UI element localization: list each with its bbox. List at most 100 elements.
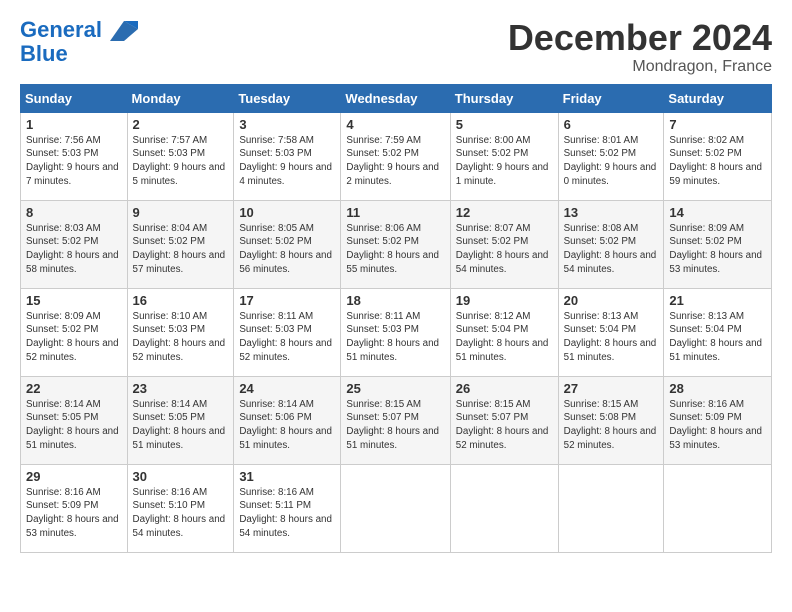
calendar-cell: 20 Sunrise: 8:13 AMSunset: 5:04 PMDayligh… <box>558 288 664 376</box>
day-info: Sunrise: 8:15 AMSunset: 5:07 PMDaylight:… <box>456 398 553 453</box>
calendar-cell: 4 Sunrise: 7:59 AMSunset: 5:02 PMDaylight… <box>341 112 450 200</box>
calendar-cell: 31 Sunrise: 8:16 AMSunset: 5:11 PMDayligh… <box>234 464 341 552</box>
day-number: 28 <box>669 381 766 396</box>
day-info: Sunrise: 8:04 AMSunset: 5:02 PMDaylight:… <box>133 222 229 277</box>
calendar-cell: 6Sunrise: 8:01 AMSunset: 5:02 PMDaylight… <box>558 112 664 200</box>
logo-text: General <box>20 18 138 42</box>
day-info: Sunrise: 7:58 AMSunset: 5:03 PMDaylight:… <box>239 134 335 189</box>
day-number: 19 <box>456 293 553 308</box>
calendar-cell: 10 Sunrise: 8:05 AMSunset: 5:02 PMDayligh… <box>234 200 341 288</box>
weekday-header: Sunday <box>21 84 128 112</box>
day-info: Sunrise: 8:13 AMSunset: 5:04 PMDaylight:… <box>564 310 659 365</box>
day-number: 12 <box>456 205 553 220</box>
logo: General Blue <box>20 18 138 66</box>
day-number: 5 <box>456 117 553 132</box>
title-area: December 2024 Mondragon, France <box>508 18 772 76</box>
calendar-header-row: SundayMondayTuesdayWednesdayThursdayFrid… <box>21 84 772 112</box>
day-number: 15 <box>26 293 122 308</box>
calendar-cell <box>450 464 558 552</box>
day-number: 25 <box>346 381 444 396</box>
calendar-cell: 22 Sunrise: 8:14 AMSunset: 5:05 PMDayligh… <box>21 376 128 464</box>
calendar-cell: 5Sunrise: 8:00 AMSunset: 5:02 PMDaylight… <box>450 112 558 200</box>
day-number: 13 <box>564 205 659 220</box>
day-info: Sunrise: 8:16 AMSunset: 5:10 PMDaylight:… <box>133 486 229 541</box>
calendar-cell: 13 Sunrise: 8:08 AMSunset: 5:02 PMDayligh… <box>558 200 664 288</box>
calendar-cell: 30Sunrise: 8:16 AMSunset: 5:10 PMDayligh… <box>127 464 234 552</box>
calendar-cell: 17Sunrise: 8:11 AMSunset: 5:03 PMDayligh… <box>234 288 341 376</box>
calendar-cell: 24Sunrise: 8:14 AMSunset: 5:06 PMDayligh… <box>234 376 341 464</box>
day-info: Sunrise: 8:11 AMSunset: 5:03 PMDaylight:… <box>239 310 335 365</box>
day-number: 31 <box>239 469 335 484</box>
day-number: 23 <box>133 381 229 396</box>
day-info: Sunrise: 8:16 AMSunset: 5:11 PMDaylight:… <box>239 486 335 541</box>
weekday-header: Saturday <box>664 84 772 112</box>
day-number: 1 <box>26 117 122 132</box>
day-info: Sunrise: 8:14 AMSunset: 5:05 PMDaylight:… <box>26 398 122 453</box>
calendar-cell: 12 Sunrise: 8:07 AMSunset: 5:02 PMDayligh… <box>450 200 558 288</box>
calendar-cell: 11Sunrise: 8:06 AMSunset: 5:02 PMDayligh… <box>341 200 450 288</box>
day-number: 8 <box>26 205 122 220</box>
calendar-cell <box>664 464 772 552</box>
calendar-cell: 27 Sunrise: 8:15 AMSunset: 5:08 PMDayligh… <box>558 376 664 464</box>
day-info: Sunrise: 8:14 AMSunset: 5:05 PMDaylight:… <box>133 398 229 453</box>
calendar-cell: 7Sunrise: 8:02 AMSunset: 5:02 PMDaylight… <box>664 112 772 200</box>
day-number: 21 <box>669 293 766 308</box>
day-info: Sunrise: 8:09 AMSunset: 5:02 PMDaylight:… <box>26 310 122 365</box>
calendar-cell: 25 Sunrise: 8:15 AMSunset: 5:07 PMDayligh… <box>341 376 450 464</box>
location: Mondragon, France <box>508 58 772 76</box>
day-number: 10 <box>239 205 335 220</box>
day-number: 29 <box>26 469 122 484</box>
header: General Blue December 2024 Mondragon, Fr… <box>20 18 772 76</box>
calendar-week-row: 1 Sunrise: 7:56 AMSunset: 5:03 PMDaylight… <box>21 112 772 200</box>
logo-blue: Blue <box>20 42 138 66</box>
logo-icon <box>110 21 138 41</box>
day-number: 7 <box>669 117 766 132</box>
page: General Blue December 2024 Mondragon, Fr… <box>0 0 792 563</box>
calendar-week-row: 29Sunrise: 8:16 AMSunset: 5:09 PMDayligh… <box>21 464 772 552</box>
day-info: Sunrise: 8:05 AMSunset: 5:02 PMDaylight:… <box>239 222 335 277</box>
calendar-cell: 18 Sunrise: 8:11 AMSunset: 5:03 PMDayligh… <box>341 288 450 376</box>
calendar-cell: 29Sunrise: 8:16 AMSunset: 5:09 PMDayligh… <box>21 464 128 552</box>
logo-general: General <box>20 17 102 42</box>
day-info: Sunrise: 8:15 AMSunset: 5:08 PMDaylight:… <box>564 398 659 453</box>
weekday-header: Monday <box>127 84 234 112</box>
weekday-header: Friday <box>558 84 664 112</box>
day-number: 26 <box>456 381 553 396</box>
day-info: Sunrise: 8:12 AMSunset: 5:04 PMDaylight:… <box>456 310 553 365</box>
day-number: 18 <box>346 293 444 308</box>
day-number: 9 <box>133 205 229 220</box>
calendar-cell: 28 Sunrise: 8:16 AMSunset: 5:09 PMDayligh… <box>664 376 772 464</box>
calendar-cell: 26 Sunrise: 8:15 AMSunset: 5:07 PMDayligh… <box>450 376 558 464</box>
weekday-header: Tuesday <box>234 84 341 112</box>
calendar-cell <box>558 464 664 552</box>
calendar-week-row: 8 Sunrise: 8:03 AMSunset: 5:02 PMDaylight… <box>21 200 772 288</box>
day-info: Sunrise: 8:15 AMSunset: 5:07 PMDaylight:… <box>346 398 444 453</box>
day-number: 4 <box>346 117 444 132</box>
weekday-header: Wednesday <box>341 84 450 112</box>
day-info: Sunrise: 8:07 AMSunset: 5:02 PMDaylight:… <box>456 222 553 277</box>
day-info: Sunrise: 7:57 AMSunset: 5:03 PMDaylight:… <box>133 134 229 189</box>
day-info: Sunrise: 8:03 AMSunset: 5:02 PMDaylight:… <box>26 222 122 277</box>
calendar-week-row: 15 Sunrise: 8:09 AMSunset: 5:02 PMDayligh… <box>21 288 772 376</box>
day-info: Sunrise: 8:06 AMSunset: 5:02 PMDaylight:… <box>346 222 444 277</box>
day-number: 27 <box>564 381 659 396</box>
day-number: 20 <box>564 293 659 308</box>
day-number: 22 <box>26 381 122 396</box>
day-number: 6 <box>564 117 659 132</box>
calendar-cell: 3Sunrise: 7:58 AMSunset: 5:03 PMDaylight… <box>234 112 341 200</box>
calendar-cell: 14Sunrise: 8:09 AMSunset: 5:02 PMDayligh… <box>664 200 772 288</box>
day-info: Sunrise: 8:08 AMSunset: 5:02 PMDaylight:… <box>564 222 659 277</box>
month-title: December 2024 <box>508 18 772 58</box>
day-info: Sunrise: 8:16 AMSunset: 5:09 PMDaylight:… <box>669 398 766 453</box>
day-number: 16 <box>133 293 229 308</box>
day-number: 14 <box>669 205 766 220</box>
day-number: 24 <box>239 381 335 396</box>
day-info: Sunrise: 7:59 AMSunset: 5:02 PMDaylight:… <box>346 134 444 189</box>
calendar-cell: 15 Sunrise: 8:09 AMSunset: 5:02 PMDayligh… <box>21 288 128 376</box>
day-info: Sunrise: 8:11 AMSunset: 5:03 PMDaylight:… <box>346 310 444 365</box>
day-info: Sunrise: 7:56 AMSunset: 5:03 PMDaylight:… <box>26 134 122 189</box>
weekday-header: Thursday <box>450 84 558 112</box>
calendar-cell: 23 Sunrise: 8:14 AMSunset: 5:05 PMDayligh… <box>127 376 234 464</box>
calendar-cell: 21Sunrise: 8:13 AMSunset: 5:04 PMDayligh… <box>664 288 772 376</box>
calendar-cell: 19 Sunrise: 8:12 AMSunset: 5:04 PMDayligh… <box>450 288 558 376</box>
